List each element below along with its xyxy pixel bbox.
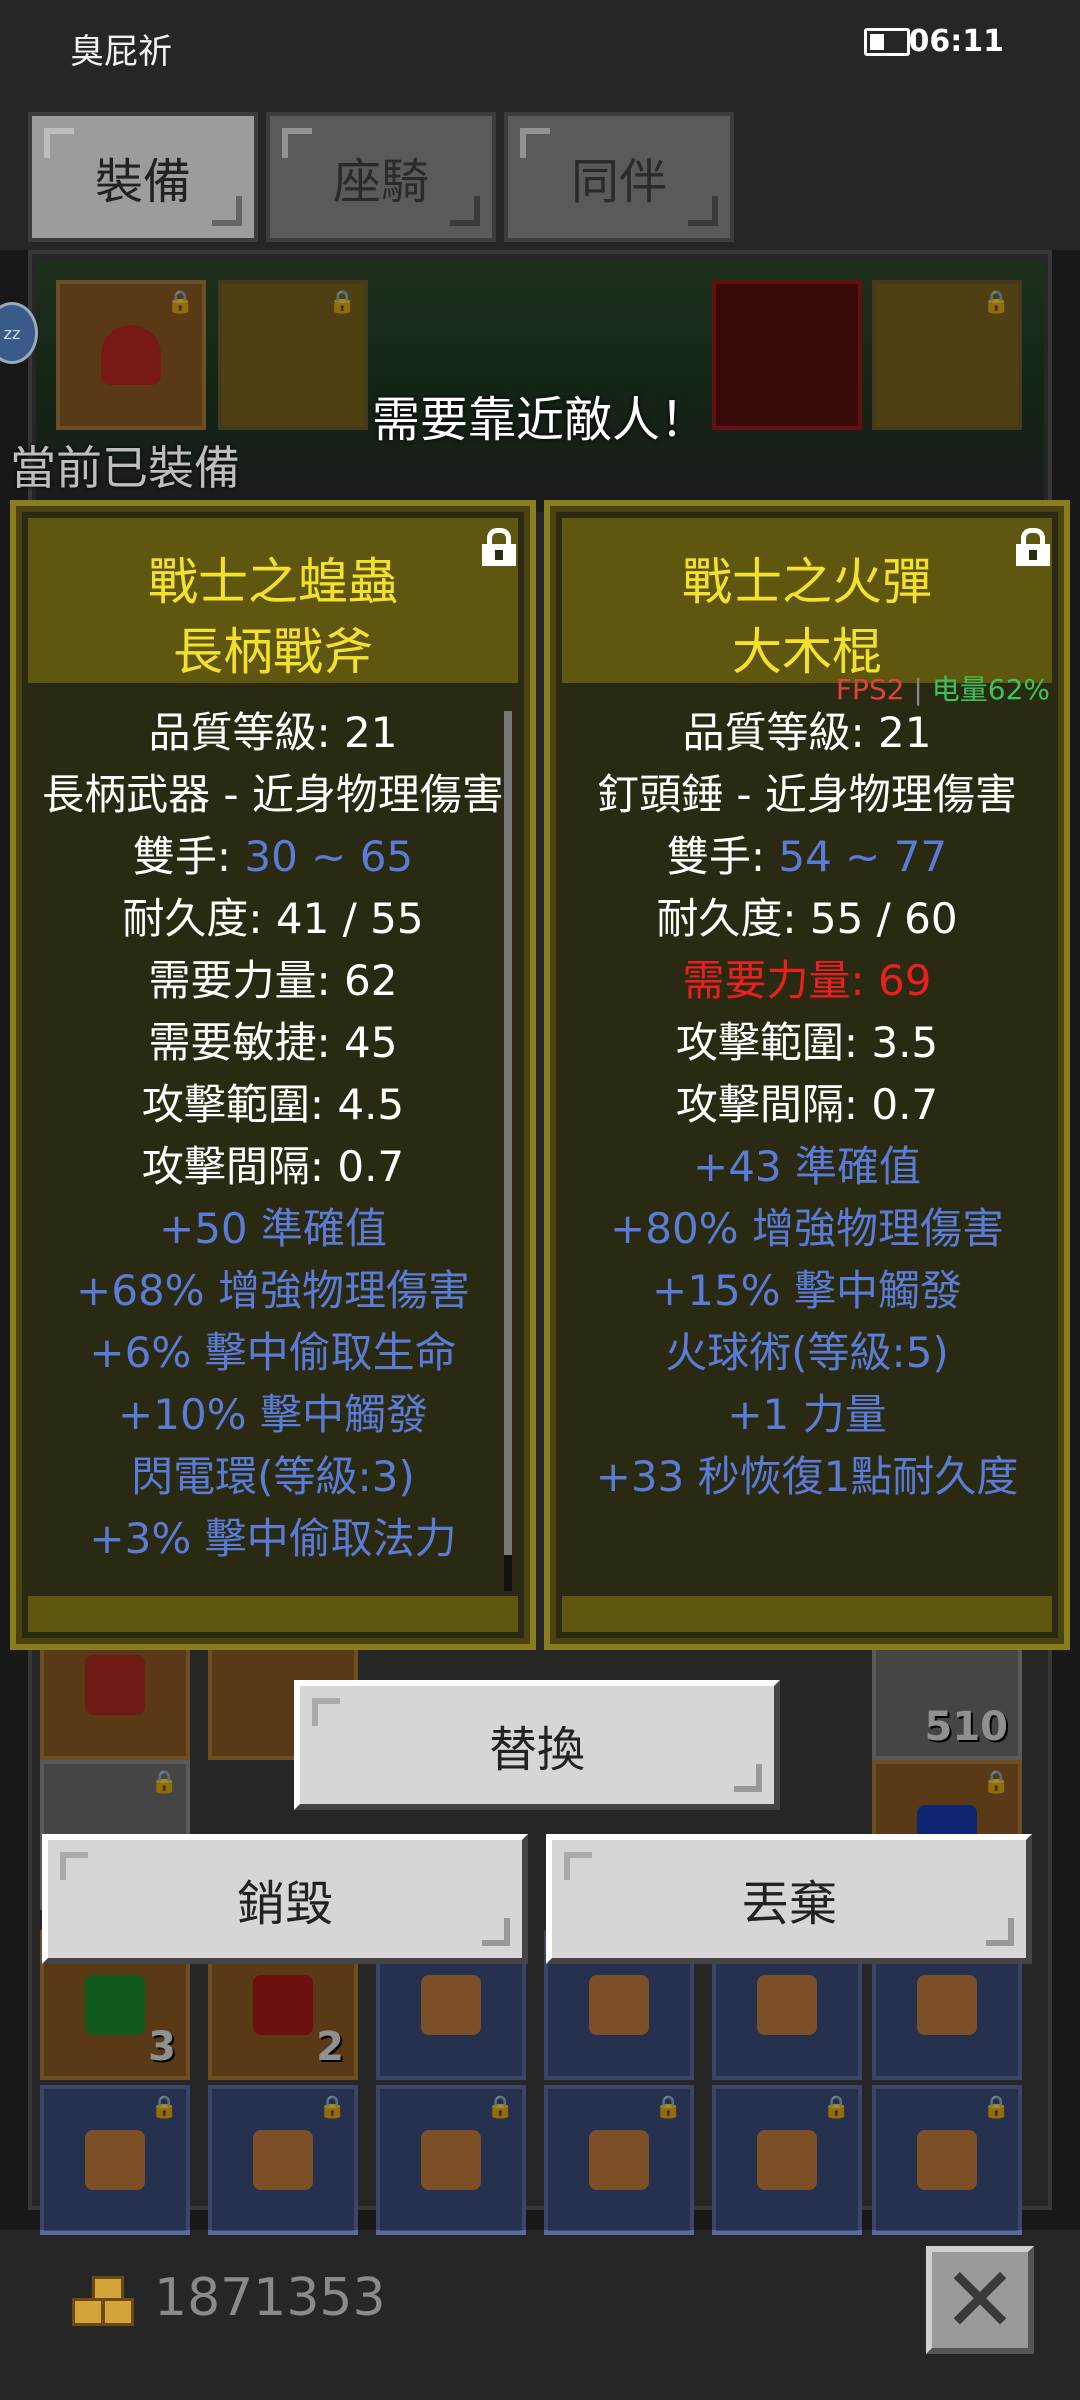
battery-icon [864, 28, 916, 56]
gold-amount: 1871353 [154, 2268, 386, 2328]
stat-line: 雙手: 30 ~ 65 [16, 826, 530, 888]
status-time: 06:11 [908, 24, 1005, 59]
tab-equipment[interactable]: 裝備 [28, 112, 258, 242]
debug-overlay: FPS2 | 电量62% [835, 673, 1050, 706]
stat-line: 攻擊間隔: 0.7 [141, 1142, 405, 1191]
stat-line: 需要力量: 62 [148, 956, 398, 1005]
stat-line: +1 力量 [727, 1390, 887, 1439]
currently-equipped-label: 當前已裝備 [10, 441, 240, 495]
tab-mount-label: 座騎 [332, 154, 429, 210]
stat-line: 長柄武器 - 近身物理傷害 [42, 770, 504, 819]
item-name-prefix: 戰士之蝗蟲 [148, 553, 398, 611]
gold-coins-icon [72, 2276, 136, 2326]
destroy-button[interactable]: 銷毀 [42, 1834, 528, 1964]
stats-scrollbar[interactable] [504, 711, 512, 1591]
status-app-name: 臭屁祈 [70, 32, 172, 72]
item-name-prefix: 戰士之火彈 [682, 553, 932, 611]
discard-button-label: 丟棄 [740, 1876, 837, 1932]
stat-line: 需要力量: 69 [682, 956, 932, 1005]
stat-line: +15% 擊中觸發 [652, 1266, 962, 1315]
replace-button[interactable]: 替換 [294, 1680, 780, 1810]
stat-line: 攻擊範圍: 3.5 [675, 1018, 939, 1067]
stat-line: +68% 增強物理傷害 [76, 1266, 470, 1315]
stat-label: 雙手: [132, 832, 245, 881]
stat-line: 需要敏捷: 45 [148, 1018, 398, 1067]
lock-icon[interactable] [482, 528, 516, 566]
close-icon: ✕ [942, 2247, 1018, 2353]
battery-readout: 电量62% [931, 673, 1050, 706]
discard-button[interactable]: 丟棄 [546, 1834, 1032, 1964]
equipped-item-panel: 戰士之蝗蟲 長柄戰斧 品質等級: 21 長柄武器 - 近身物理傷害雙手: 30 ~… [10, 500, 536, 1650]
destroy-button-label: 銷毀 [236, 1876, 333, 1932]
stat-line: 耐久度: 55 / 60 [656, 894, 958, 943]
replace-button-label: 替換 [488, 1722, 585, 1778]
close-button[interactable]: ✕ [926, 2246, 1034, 2354]
item-base-name: 長柄戰斧 [173, 623, 373, 681]
stat-line: +33 秒恢復1點耐久度 [595, 1452, 1019, 1501]
stat-value: 30 ~ 65 [244, 832, 414, 881]
stat-line: 攻擊間隔: 0.7 [675, 1080, 939, 1129]
stat-line: 耐久度: 41 / 55 [122, 894, 424, 943]
stat-line: +50 準確值 [159, 1204, 387, 1253]
stat-line: +10% 擊中觸發 [118, 1390, 428, 1439]
item-stats: 品質等級: 21 釘頭錘 - 近身物理傷害雙手: 54 ~ 77 耐久度: 55 /… [550, 702, 1064, 1508]
lock-icon[interactable] [1016, 528, 1050, 566]
stat-line: 攻擊範圍: 4.5 [141, 1080, 405, 1129]
stat-line: 釘頭錘 - 近身物理傷害 [597, 770, 1017, 819]
tab-companion[interactable]: 同伴 [504, 112, 734, 242]
tab-mount[interactable]: 座騎 [266, 112, 496, 242]
stat-line: 雙手: 54 ~ 77 [550, 826, 1064, 888]
stat-line: +3% 擊中偷取法力 [89, 1514, 457, 1563]
stat-line: 品質等級: 21 [682, 708, 932, 757]
item-stats: 品質等級: 21 長柄武器 - 近身物理傷害雙手: 30 ~ 65 耐久度: 41 … [16, 702, 530, 1570]
stat-line: 閃電環(等級:3) [131, 1452, 415, 1501]
stat-line: 品質等級: 21 [148, 708, 398, 757]
stat-line: 火球術(等級:5) [665, 1328, 949, 1377]
stat-line: +43 準確值 [693, 1142, 921, 1191]
stat-label: 雙手: [666, 832, 779, 881]
tab-equipment-label: 裝備 [94, 154, 191, 210]
stat-line: +80% 增強物理傷害 [610, 1204, 1004, 1253]
fps-readout: FPS2 [835, 673, 905, 706]
stat-line: +6% 擊中偷取生命 [89, 1328, 457, 1377]
stat-value: 54 ~ 77 [778, 832, 948, 881]
tab-companion-label: 同伴 [570, 154, 667, 210]
